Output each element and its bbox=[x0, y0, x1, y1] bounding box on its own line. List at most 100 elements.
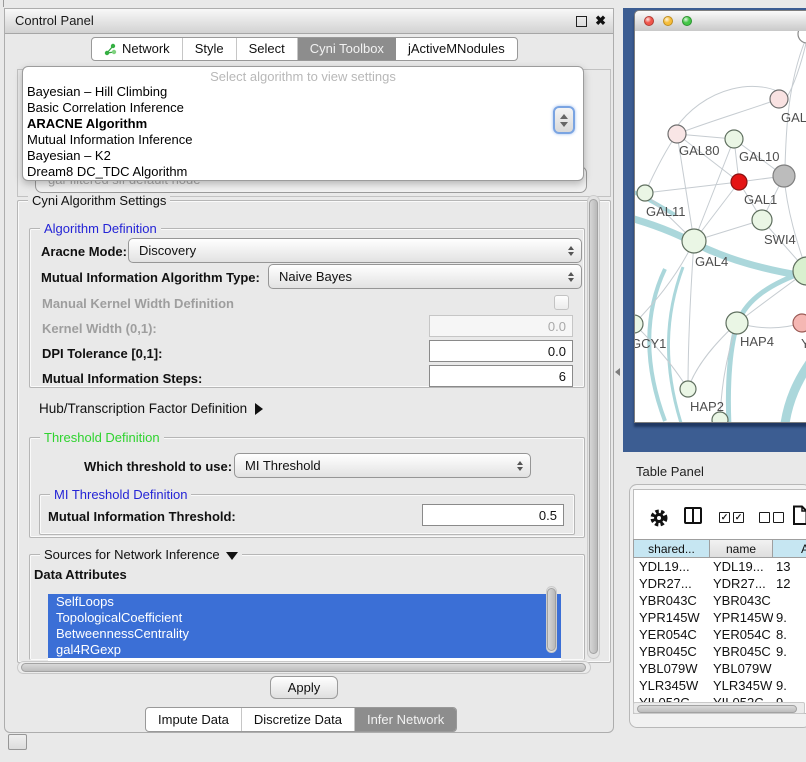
splitter-collapse-icon[interactable] bbox=[615, 368, 620, 376]
node-label: GAL1 bbox=[744, 192, 777, 207]
kernel-width-field[interactable]: 0.0 bbox=[429, 315, 573, 337]
table-row[interactable]: YBR045CYBR045C9. bbox=[633, 643, 806, 660]
table-cell: 9 bbox=[773, 694, 806, 702]
which-threshold-combobox[interactable]: MI Threshold bbox=[234, 453, 531, 478]
network-node[interactable] bbox=[682, 229, 706, 253]
mi-threshold-value: 0.5 bbox=[539, 508, 557, 523]
node-label: GCY1 bbox=[635, 336, 666, 351]
new-table-icon[interactable] bbox=[792, 505, 806, 526]
node-label: GAL10 bbox=[739, 149, 779, 164]
zoom-button[interactable] bbox=[682, 16, 692, 26]
network-node[interactable] bbox=[793, 314, 806, 332]
attribute-item[interactable]: gal4RGexp bbox=[48, 642, 561, 658]
attributes-list-scrollbar[interactable] bbox=[546, 586, 557, 653]
select-all-icon[interactable] bbox=[733, 512, 744, 523]
network-node[interactable] bbox=[798, 31, 806, 43]
network-graph: GALGAL80GAL10GAL1GAL11SWI4GAL4GCY1HAP4YH… bbox=[635, 31, 806, 422]
minimize-button[interactable] bbox=[663, 16, 673, 26]
network-window-titlebar bbox=[635, 11, 806, 32]
network-node[interactable] bbox=[635, 315, 643, 333]
table-cell: YBR043C bbox=[633, 592, 710, 609]
deselect-all-icon[interactable] bbox=[773, 512, 784, 523]
dropdown-item-basic-correlation[interactable]: Basic Correlation Inference bbox=[23, 100, 583, 116]
table-row[interactable]: YDR27...YDR27...12 bbox=[633, 575, 806, 592]
table-row[interactable]: YIL052CYIL052C9 bbox=[633, 694, 806, 702]
mi-steps-field[interactable]: 6 bbox=[429, 365, 573, 387]
settings-gear-icon[interactable] bbox=[649, 508, 669, 528]
dpi-tolerance-field[interactable]: 0.0 bbox=[429, 340, 573, 362]
table-cell: 9. bbox=[773, 609, 806, 626]
collapse-down-icon bbox=[226, 552, 238, 560]
float-panel-icon[interactable] bbox=[576, 16, 587, 27]
algorithm-dropdown: Select algorithm to view settings Bayesi… bbox=[22, 66, 584, 181]
table-row[interactable]: YBR043CYBR043C bbox=[633, 592, 806, 609]
table-cell: YER054C bbox=[633, 626, 710, 643]
dpi-tolerance-value: 0.0 bbox=[548, 344, 566, 359]
column-view-icon[interactable] bbox=[684, 507, 702, 524]
mi-algorithm-type-combobox[interactable]: Naive Bayes bbox=[268, 264, 582, 289]
data-attributes-list[interactable]: SelfLoopsTopologicalCoefficientBetweenne… bbox=[48, 594, 561, 661]
tab-style[interactable]: Style bbox=[183, 38, 237, 60]
stepper-down-icon bbox=[560, 122, 568, 127]
tab-network[interactable]: Network bbox=[92, 38, 183, 60]
network-canvas[interactable]: GALGAL80GAL10GAL1GAL11SWI4GAL4GCY1HAP4YH… bbox=[635, 31, 806, 422]
table-cell: 13 bbox=[773, 558, 806, 575]
close-panel-icon[interactable]: ✖ bbox=[595, 13, 606, 29]
table-cell: YIL052C bbox=[710, 694, 773, 702]
aracne-mode-combobox[interactable]: Discovery bbox=[128, 238, 582, 263]
close-button[interactable] bbox=[644, 16, 654, 26]
column-header-shared-name[interactable]: shared... bbox=[633, 539, 710, 558]
minimized-panel-icon[interactable] bbox=[8, 734, 27, 750]
table-cell: 12 bbox=[773, 575, 806, 592]
inference-algorithm-stepper[interactable] bbox=[553, 106, 575, 134]
table-row[interactable]: YBL079WYBL079W bbox=[633, 660, 806, 677]
control-panel-tabbar: Network Style Select Cyni Toolbox jActiv… bbox=[91, 37, 518, 61]
table-row[interactable]: YPR145WYPR145W9. bbox=[633, 609, 806, 626]
hub-definition-expander[interactable]: Hub/Transcription Factor Definition bbox=[39, 401, 263, 416]
column-header-name[interactable]: name bbox=[710, 539, 773, 558]
attribute-item[interactable]: TopologicalCoefficient bbox=[48, 610, 561, 626]
column-header-partial[interactable]: A bbox=[773, 539, 806, 558]
network-node[interactable] bbox=[668, 125, 686, 143]
aracne-mode-value: Discovery bbox=[139, 243, 196, 258]
combo-stepper-icon bbox=[517, 461, 523, 471]
tab-discretize-data[interactable]: Discretize Data bbox=[242, 708, 355, 731]
tab-jactivemnodules[interactable]: jActiveMNodules bbox=[396, 38, 517, 60]
table-row[interactable]: YLR345WYLR345W9. bbox=[633, 677, 806, 694]
network-node[interactable] bbox=[731, 174, 747, 190]
dropdown-item-bayesian-k2[interactable]: Bayesian – K2 bbox=[23, 148, 583, 164]
settings-vertical-scrollbar[interactable] bbox=[587, 195, 600, 659]
table-row[interactable]: YER054CYER054C8. bbox=[633, 626, 806, 643]
network-node[interactable] bbox=[680, 381, 696, 397]
dropdown-item-aracne[interactable]: ARACNE Algorithm bbox=[23, 116, 583, 132]
dropdown-item-dream8[interactable]: Dream8 DC_TDC Algorithm bbox=[23, 164, 583, 180]
table-row[interactable]: YDL19...YDL19...13 bbox=[633, 558, 806, 575]
sources-title-row[interactable]: Sources for Network Inference bbox=[40, 547, 242, 562]
network-node[interactable] bbox=[793, 257, 806, 285]
select-all-icon[interactable] bbox=[719, 512, 730, 523]
attribute-item[interactable]: BetweennessCentrality bbox=[48, 626, 561, 642]
tab-cyni-toolbox[interactable]: Cyni Toolbox bbox=[298, 38, 396, 60]
network-node[interactable] bbox=[726, 312, 748, 334]
network-node[interactable] bbox=[637, 185, 653, 201]
attribute-item[interactable]: SelfLoops bbox=[48, 594, 561, 610]
network-node[interactable] bbox=[773, 165, 795, 187]
network-node[interactable] bbox=[752, 210, 772, 230]
network-node[interactable] bbox=[770, 90, 788, 108]
apply-button[interactable]: Apply bbox=[270, 676, 338, 699]
dropdown-item-mutual-information[interactable]: Mutual Information Inference bbox=[23, 132, 583, 148]
table-horizontal-scrollbar[interactable] bbox=[633, 702, 805, 714]
tab-select[interactable]: Select bbox=[237, 38, 298, 60]
apply-button-label: Apply bbox=[288, 680, 321, 695]
deselect-all-icon[interactable] bbox=[759, 512, 770, 523]
algorithm-definition-title: Algorithm Definition bbox=[40, 221, 161, 236]
settings-horizontal-scrollbar[interactable] bbox=[17, 661, 591, 674]
node-label: GAL4 bbox=[695, 254, 728, 269]
network-node[interactable] bbox=[725, 130, 743, 148]
table-cell: YPR145W bbox=[633, 609, 710, 626]
mi-threshold-field[interactable]: 0.5 bbox=[422, 504, 564, 526]
dropdown-item-bayesian-hill-climbing[interactable]: Bayesian – Hill Climbing bbox=[23, 84, 583, 100]
manual-kernel-width-checkbox[interactable] bbox=[554, 295, 569, 310]
tab-infer-network[interactable]: Infer Network bbox=[355, 708, 456, 731]
tab-impute-data[interactable]: Impute Data bbox=[146, 708, 242, 731]
